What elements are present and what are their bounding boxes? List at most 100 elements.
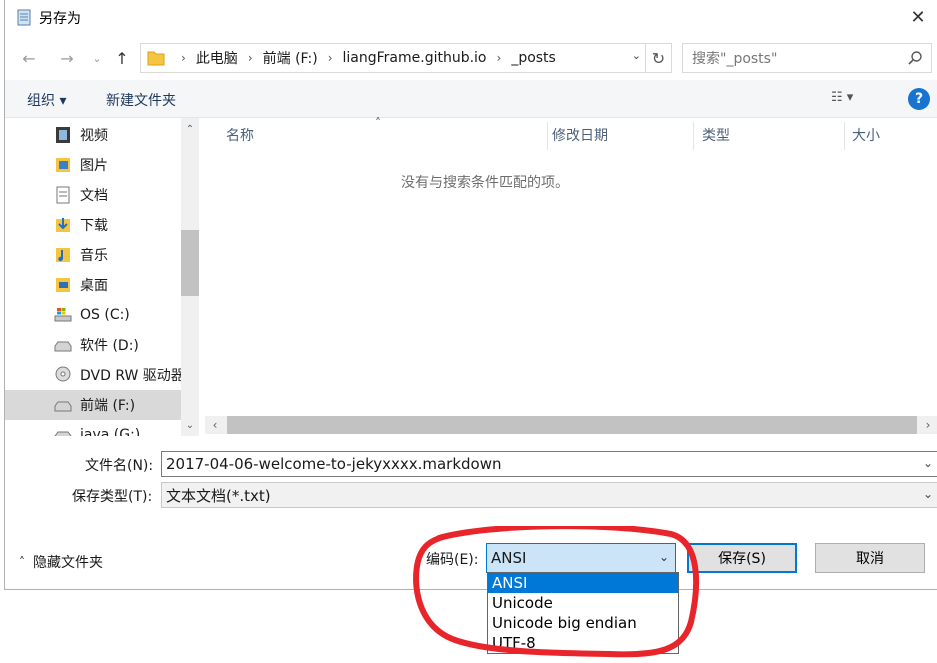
address-dropdown-icon[interactable]: ⌄ [632,49,641,62]
save-button[interactable]: 保存(S) [687,543,797,573]
chevron-down-icon[interactable]: ⌄ [923,487,933,501]
new-folder-button[interactable]: 新建文件夹 [106,90,176,110]
folder-icon [147,51,165,66]
sidebar-item-label: DVD RW 驱动器 [80,368,185,384]
sort-ascending-icon: ˄ [375,116,381,130]
search-input[interactable]: 搜索"_posts" [682,43,932,73]
up-button[interactable]: ↑ [111,46,133,70]
address-row: ← → ⌄ ↑ › 此电脑 › 前端 (F:) › liangFrame.git… [5,40,937,76]
sidebar-item-downloads[interactable]: 下载 [5,210,183,240]
file-list-scroll-thumb[interactable] [227,416,917,434]
sidebar-item-drive-c[interactable]: OS (C:) [5,300,183,330]
sidebar-item-pictures[interactable]: 图片 [5,150,183,180]
filename-value: 2017-04-06-welcome-to-jekyxxxx.markdown [166,455,502,473]
sidebar-item-label: 音乐 [80,248,108,264]
sidebar-item-dvd-drive[interactable]: DVD RW 驱动器 [5,360,185,390]
encoding-option-ansi[interactable]: ANSI [488,573,678,593]
chevron-down-icon: ⌄ [658,550,669,564]
downloads-folder-icon [56,218,70,232]
video-folder-icon [56,127,70,143]
sidebar-item-music[interactable]: 音乐 [5,240,183,270]
title-bar: 另存为 ✕ [5,0,937,34]
command-toolbar: 组织 ▾ 新建文件夹 ☷ ▾ ? [5,80,937,118]
cancel-button[interactable]: 取消 [815,543,925,573]
file-list-pane: 名称 ˄ 修改日期 类型 大小 没有与搜索条件匹配的项。 ‹ › [205,116,937,436]
sidebar-item-documents[interactable]: 文档 [5,180,183,210]
file-list-hscrollbar[interactable]: ‹ › [205,416,937,434]
filename-label: 文件名(N): [85,458,154,474]
encoding-value: ANSI [491,549,527,567]
sidebar-item-label: 图片 [80,158,108,174]
column-header-type[interactable]: 类型 [681,118,843,152]
sidebar-item-desktop[interactable]: 桌面 [5,270,183,300]
save-as-dialog: 另存为 ✕ ← → ⌄ ↑ › 此电脑 › 前端 (F:) › liangFra… [4,0,937,654]
dvd-drive-icon [55,366,71,382]
encoding-label: 编码(E): [426,552,479,568]
breadcrumb-separator: › [496,51,502,65]
breadcrumb-separator: › [327,51,333,65]
documents-folder-icon [56,186,70,204]
sidebar-scrollbar[interactable]: ⌃ ⌄ [181,118,199,436]
breadcrumb-repo[interactable]: liangFrame.github.io [343,50,487,66]
chevron-down-icon[interactable]: ⌄ [923,456,933,470]
scroll-up-icon[interactable]: ⌃ [181,120,199,138]
search-placeholder: 搜索"_posts" [692,51,778,67]
sidebar-item-label: 前端 (F:) [80,398,136,414]
refresh-button[interactable]: ↻ [645,44,671,72]
column-label: 修改日期 [552,128,608,144]
empty-results-message: 没有与搜索条件匹配的项。 [401,175,569,191]
breadcrumb-posts[interactable]: _posts [511,50,556,66]
organize-menu-button[interactable]: 组织 ▾ [27,90,66,110]
chevron-up-icon: ˄ [19,555,25,569]
help-icon[interactable]: ? [908,88,930,110]
music-folder-icon [56,248,70,262]
encoding-option-unicode-big-endian[interactable]: Unicode big endian [488,613,678,633]
system-drive-icon [54,308,72,322]
filetype-label: 保存类型(T): [72,489,153,505]
sidebar-item-label: 文档 [80,188,108,204]
drive-icon [54,431,72,436]
hide-folders-label: 隐藏文件夹 [33,555,103,571]
encoding-option-unicode[interactable]: Unicode [488,593,678,613]
encoding-dropdown-list: ANSI Unicode Unicode big endian UTF-8 [487,572,679,654]
forward-button[interactable]: → [55,46,79,70]
sidebar-item-drive-f[interactable]: 前端 (F:) [5,390,183,420]
column-header-date[interactable]: 修改日期 [531,118,693,152]
drive-icon [54,341,72,352]
sidebar-item-label: 下载 [80,218,108,234]
sidebar-item-label: 视频 [80,128,108,144]
sidebar-item-videos[interactable]: 视频 [5,120,183,150]
window-title: 另存为 [39,11,81,27]
filetype-value: 文本文档(*.txt) [166,486,271,505]
breadcrumb-this-pc[interactable]: 此电脑 [196,48,238,68]
column-header-name[interactable]: 名称 ˄ [205,116,547,152]
column-header-size[interactable]: 大小 [831,118,931,152]
sidebar-item-label: 桌面 [80,278,108,294]
breadcrumb-separator: › [247,51,253,65]
column-label: 名称 [226,128,254,144]
address-bar[interactable]: › 此电脑 › 前端 (F:) › liangFrame.github.io ›… [140,43,672,73]
scroll-down-icon[interactable]: ⌄ [181,416,199,434]
navigation-pane: 视频 图片 文档 下载 音乐 桌面 OS (C:) 软件 (D:) DVD RW… [5,118,201,436]
sidebar-item-drive-d[interactable]: 软件 (D:) [5,330,183,360]
scroll-right-icon[interactable]: › [918,416,937,434]
hide-folders-toggle[interactable]: ˄ 隐藏文件夹 [19,552,103,572]
view-options-button[interactable]: ☷ ▾ [831,90,853,105]
column-label: 大小 [852,128,880,144]
notepad-icon [17,9,31,26]
sidebar-scroll-thumb[interactable] [181,230,199,296]
filetype-select[interactable]: 文本文档(*.txt) ⌄ [161,482,937,508]
sidebar-item-label: 软件 (D:) [80,338,139,354]
close-button[interactable]: ✕ [898,0,937,34]
breadcrumb-drive-f[interactable]: 前端 (F:) [263,48,318,68]
filename-input[interactable]: 2017-04-06-welcome-to-jekyxxxx.markdown … [161,451,937,477]
recent-locations-button[interactable]: ⌄ [89,46,105,70]
scroll-left-icon[interactable]: ‹ [205,416,225,434]
sidebar-item-drive-g[interactable]: java (G:) [5,420,183,436]
drive-icon [54,401,72,412]
encoding-select[interactable]: ANSI ⌄ [486,543,676,573]
pictures-folder-icon [56,158,70,172]
search-icon[interactable] [907,50,923,66]
back-button[interactable]: ← [17,46,41,70]
encoding-option-utf8[interactable]: UTF-8 [488,633,678,653]
